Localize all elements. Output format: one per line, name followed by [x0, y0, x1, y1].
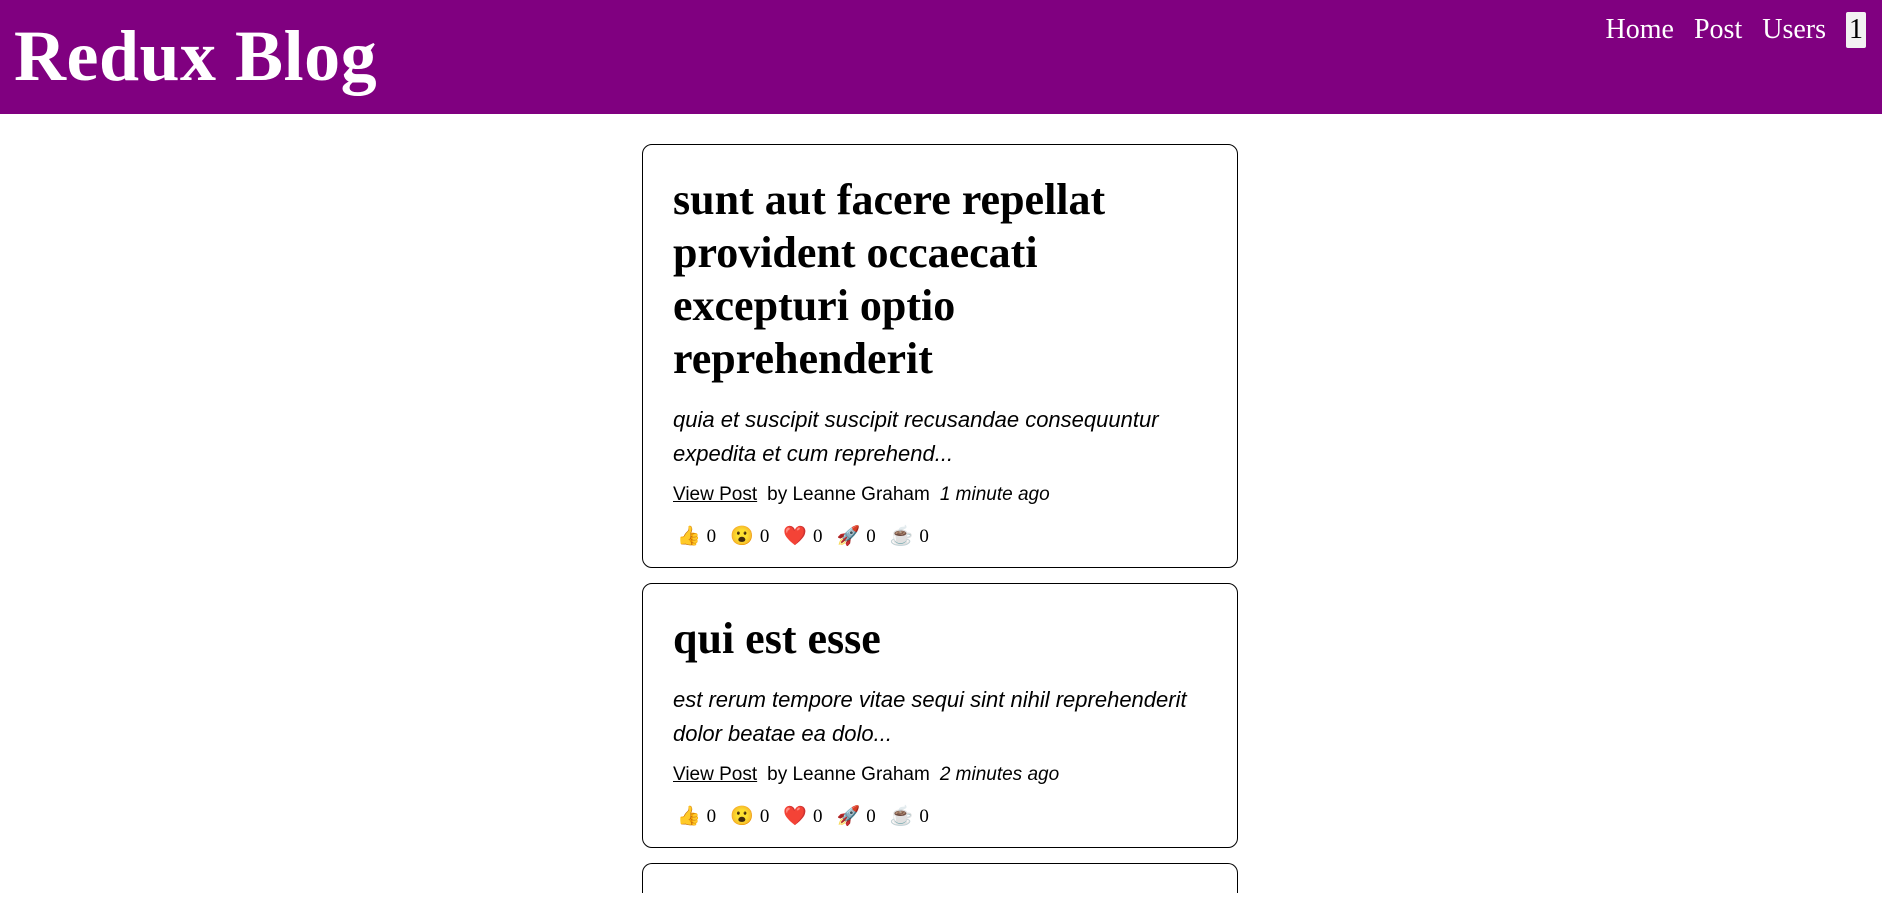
nav-home-link[interactable]: Home: [1606, 12, 1674, 48]
reaction-count: 0: [866, 806, 876, 827]
reaction-count: 0: [759, 526, 770, 547]
post-excerpt: quia et suscipit suscipit recusandae con…: [673, 407, 1159, 466]
wow-face-icon: 😮: [730, 806, 754, 827]
post-timestamp: 1 minute ago: [939, 484, 1050, 505]
post-meta: View Post by Leanne Graham 1 minute ago: [673, 481, 1207, 509]
heart-icon: ❤️: [783, 806, 808, 827]
reaction-count: 0: [919, 806, 929, 827]
view-post-link[interactable]: View Post: [673, 481, 757, 509]
post-excerpt: est rerum tempore vitae sequi sint nihil…: [673, 687, 1187, 746]
rocket-icon: 🚀: [836, 806, 861, 827]
post-timestamp: 2 minutes ago: [939, 764, 1060, 785]
main-nav: Home Post Users 1: [1606, 12, 1866, 48]
count-badge[interactable]: 1: [1846, 12, 1866, 48]
reaction-thumbs-up-button[interactable]: 👍 0: [673, 523, 718, 551]
coffee-icon: ☕: [889, 806, 914, 827]
post-author: by Leanne Graham: [767, 484, 930, 505]
nav-users-link[interactable]: Users: [1762, 12, 1826, 48]
reaction-thumbs-up-button[interactable]: 👍 0: [673, 803, 718, 831]
coffee-icon: ☕: [889, 526, 914, 547]
post-meta: View Post by Leanne Graham 2 minutes ago: [673, 761, 1207, 789]
post-title: sunt aut facere repellat provident occae…: [673, 175, 1106, 383]
heart-icon: ❤️: [783, 526, 808, 547]
reaction-count: 0: [919, 526, 929, 547]
post-card: qui est esse est rerum tempore vitae seq…: [642, 583, 1238, 848]
post-feed: sunt aut facere repellat provident occae…: [642, 144, 1238, 908]
reaction-heart-button[interactable]: ❤️ 0: [779, 803, 824, 831]
reaction-bar: 👍 0 😮 0 ❤️ 0 🚀 0 ☕ 0: [673, 803, 1207, 831]
wow-face-icon: 😮: [730, 526, 754, 547]
rocket-icon: 🚀: [836, 526, 861, 547]
site-title: Redux Blog: [14, 16, 378, 96]
site-header: Redux Blog Home Post Users 1: [0, 0, 1882, 114]
post-title: qui est esse: [673, 614, 881, 663]
reaction-bar: 👍 0 😮 0 ❤️ 0 🚀 0 ☕ 0: [673, 523, 1207, 551]
reaction-count: 0: [706, 526, 717, 547]
reaction-rocket-button[interactable]: 🚀 0: [833, 523, 878, 551]
reaction-wow-button[interactable]: 😮 0: [726, 523, 771, 551]
reaction-count: 0: [759, 806, 770, 827]
reaction-count: 0: [706, 806, 717, 827]
reaction-rocket-button[interactable]: 🚀 0: [833, 803, 878, 831]
reaction-wow-button[interactable]: 😮 0: [726, 803, 771, 831]
reaction-count: 0: [813, 526, 823, 547]
thumbs-up-icon: 👍: [677, 806, 701, 827]
post-card-partial: [642, 863, 1238, 893]
reaction-count: 0: [866, 526, 876, 547]
reaction-coffee-button[interactable]: ☕ 0: [886, 523, 931, 551]
post-author: by Leanne Graham: [767, 764, 930, 785]
reaction-heart-button[interactable]: ❤️ 0: [779, 523, 824, 551]
post-card: sunt aut facere repellat provident occae…: [642, 144, 1238, 568]
reaction-count: 0: [813, 806, 823, 827]
nav-post-link[interactable]: Post: [1694, 12, 1742, 48]
reaction-coffee-button[interactable]: ☕ 0: [886, 803, 931, 831]
view-post-link[interactable]: View Post: [673, 761, 757, 789]
thumbs-up-icon: 👍: [677, 526, 701, 547]
